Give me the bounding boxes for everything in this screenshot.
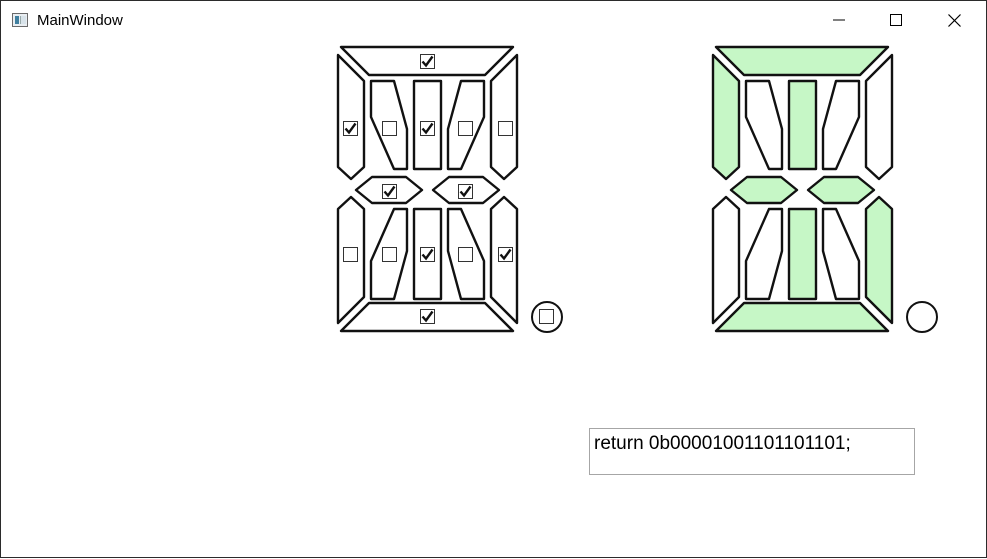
main-window: MainWindow return 0b00001001101101101; [0, 0, 987, 558]
segment-preview-display [711, 45, 894, 333]
preview-segment-lower-left-diagonal [744, 207, 784, 301]
generated-code-output[interactable]: return 0b00001001101101101; [589, 428, 915, 475]
checkmark-icon [421, 310, 434, 323]
preview-segment-lower-right [864, 195, 894, 325]
preview-segment-top [714, 45, 890, 77]
preview-segment-bottom [714, 301, 890, 333]
segment-checkbox-upper-right[interactable] [498, 121, 513, 136]
preview-segment-upper-center [787, 79, 818, 171]
segment-checkbox-middle-right[interactable] [458, 184, 473, 199]
checkmark-icon [383, 185, 396, 198]
preview-segment-lower-center [787, 207, 818, 301]
segment-checkbox-upper-center[interactable] [420, 121, 435, 136]
checkmark-icon [421, 122, 434, 135]
segment-checkbox-middle-left[interactable] [382, 184, 397, 199]
preview-segment-lower-right-diagonal [821, 207, 861, 301]
preview-segment-upper-left-diagonal [744, 79, 784, 171]
checkmark-icon [344, 122, 357, 135]
preview-segment-upper-right [864, 53, 894, 181]
segment-checkbox-lower-right[interactable] [498, 247, 513, 262]
decimal-point-indicator [906, 301, 938, 333]
segment-checkbox-lower-center[interactable] [420, 247, 435, 262]
checkmark-icon [459, 185, 472, 198]
checkmark-icon [499, 248, 512, 261]
segment-checkbox-upper-left[interactable] [343, 121, 358, 136]
segment-checkbox-lower-left-diagonal[interactable] [382, 247, 397, 262]
content-area [1, 1, 987, 559]
preview-segment-middle-right [806, 175, 876, 205]
preview-segment-middle-left [729, 175, 799, 205]
checkmark-icon [421, 248, 434, 261]
preview-segment-lower-left [711, 195, 741, 325]
segment-checkbox-upper-right-diagonal[interactable] [458, 121, 473, 136]
preview-segment-upper-left [711, 53, 741, 181]
preview-segment-upper-right-diagonal [821, 79, 861, 171]
segment-checkbox-bottom[interactable] [420, 309, 435, 324]
segment-checkbox-lower-right-diagonal[interactable] [458, 247, 473, 262]
segment-checkbox-lower-left[interactable] [343, 247, 358, 262]
segment-checkbox-top[interactable] [420, 54, 435, 69]
decimal-point-checkbox[interactable] [539, 309, 554, 324]
checkmark-icon [421, 55, 434, 68]
decimal-point-toggle[interactable] [531, 301, 563, 333]
segment-checkbox-upper-left-diagonal[interactable] [382, 121, 397, 136]
